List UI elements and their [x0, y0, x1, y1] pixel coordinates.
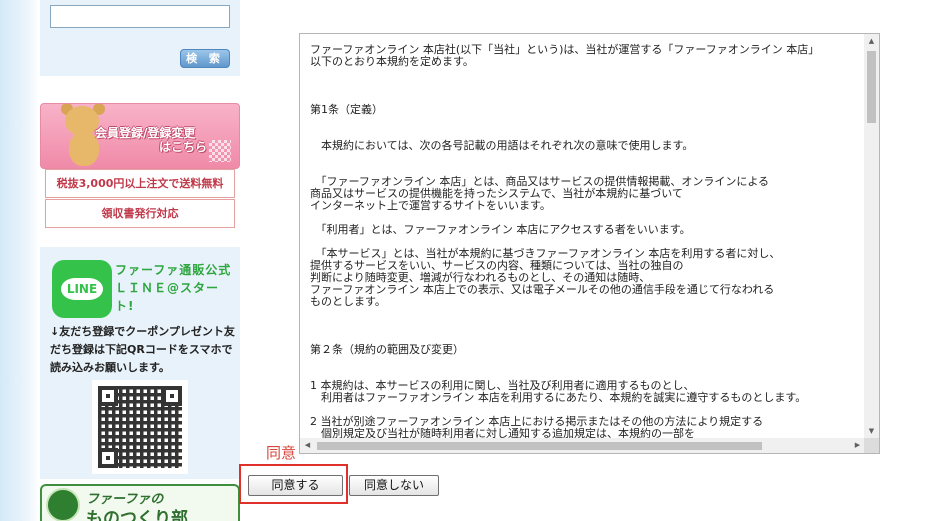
- terms-textarea[interactable]: ファーファオンライン 本店社(以下「当社」という)は、当社が運営する「ファーファ…: [299, 33, 880, 454]
- vertical-scrollbar[interactable]: ▲ ▼: [864, 34, 879, 439]
- checker-pattern-icon: [209, 140, 231, 162]
- terms-scroll-area[interactable]: ファーファオンライン 本店社(以下「当社」という)は、当社が運営する「ファーファ…: [300, 34, 865, 440]
- bear-emblem-icon: [46, 488, 80, 521]
- scrollbar-corner: [864, 438, 879, 453]
- qr-code-icon: [92, 380, 188, 474]
- line-promo-panel: LINE ファーファ通販公式ＬＩＮＥ@スタート! ↓友だち登録でクーポンプレゼン…: [40, 247, 240, 479]
- scroll-right-arrow-icon[interactable]: ▶: [850, 438, 865, 453]
- line-promo-title[interactable]: ファーファ通販公式ＬＩＮＥ@スタート!: [115, 261, 235, 315]
- free-shipping-notice[interactable]: 税抜3,000円以上注文で送料無料: [45, 169, 235, 198]
- agree-button[interactable]: 同意する: [248, 475, 343, 496]
- disagree-button[interactable]: 同意しない: [349, 475, 439, 496]
- member-banner-subtitle: はこちら: [159, 140, 208, 154]
- vertical-scroll-thumb[interactable]: [867, 51, 876, 123]
- member-registration-banner[interactable]: 会員登録/登録変更 はこちら: [40, 103, 240, 169]
- terms-text: ファーファオンライン 本店社(以下「当社」という)は、当社が運営する「ファーファ…: [310, 43, 820, 440]
- horizontal-scroll-thumb[interactable]: [317, 442, 762, 450]
- left-edge-gradient: [0, 0, 40, 521]
- search-button[interactable]: 検 索: [180, 49, 230, 68]
- scroll-up-arrow-icon[interactable]: ▲: [864, 34, 879, 49]
- line-promo-description: ↓友だち登録でクーポンプレゼント友だち登録は下記QRコードをスマホで読み込みお願…: [50, 325, 235, 374]
- mono-banner-line2: ものつくり部: [86, 509, 188, 521]
- scroll-down-arrow-icon[interactable]: ▼: [864, 424, 879, 439]
- search-panel: 検 索: [40, 0, 240, 76]
- agreement-label: 同意: [266, 444, 297, 462]
- monozukuri-banner[interactable]: ファーファの ものつくり部: [40, 484, 240, 521]
- horizontal-scrollbar[interactable]: ◀ ▶: [300, 438, 865, 453]
- scroll-left-arrow-icon[interactable]: ◀: [300, 438, 315, 453]
- receipt-notice[interactable]: 領収書発行対応: [45, 199, 235, 228]
- search-input[interactable]: [50, 5, 230, 28]
- line-logo-icon[interactable]: LINE: [52, 260, 112, 318]
